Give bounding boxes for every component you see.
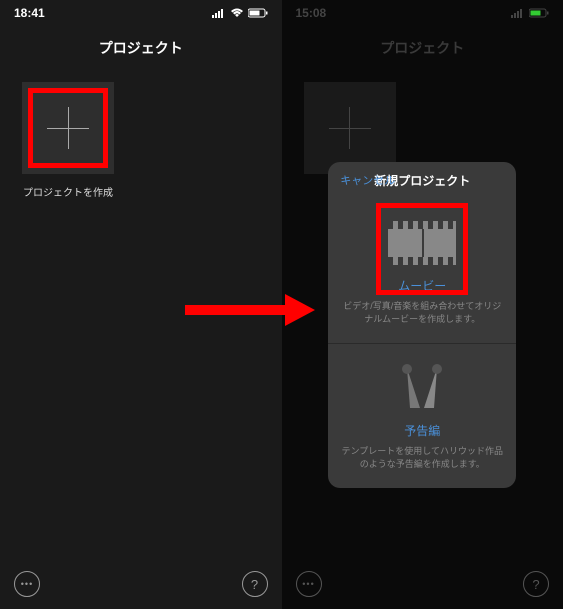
spotlight-icon [392, 363, 452, 413]
option-trailer-desc: テンプレートを使用してハリウッド作品のような予告編を作成します。 [340, 445, 504, 472]
movie-icon-wrap [340, 213, 504, 273]
option-trailer[interactable]: 予告編 テンプレートを使用してハリウッド作品のような予告編を作成します。 [328, 343, 516, 488]
ellipsis-icon: ••• [21, 579, 33, 589]
option-movie-label: ムービー [340, 277, 504, 294]
bottom-toolbar: ••• ? [0, 559, 282, 609]
question-icon: ? [251, 577, 258, 592]
create-project-label: プロジェクトを作成 [22, 184, 114, 199]
signal-icon [212, 8, 226, 18]
help-button[interactable]: ? [242, 571, 268, 597]
trailer-icon-wrap [340, 358, 504, 418]
option-movie[interactable]: ムービー ビデオ/写真/音楽を組み合わせてオリジナルムービーを作成します。 [328, 199, 516, 343]
option-trailer-label: 予告編 [340, 422, 504, 439]
status-indicators [212, 8, 268, 18]
option-movie-desc: ビデオ/写真/音楽を組み合わせてオリジナルムービーを作成します。 [340, 300, 504, 327]
screen-new-project-modal: 15:08 プロジェクト ••• ? キャンセル 新規プロジェクト ムービー [282, 0, 563, 609]
cancel-button[interactable]: キャンセル [340, 172, 395, 188]
create-project-tile[interactable] [22, 82, 114, 174]
status-bar: 18:41 [0, 0, 282, 24]
new-project-modal: キャンセル 新規プロジェクト ムービー ビデオ/写真/音楽を組み合わせてオリジナ… [328, 162, 516, 488]
status-time: 18:41 [14, 6, 45, 20]
wifi-icon [230, 8, 244, 18]
modal-overlay: キャンセル 新規プロジェクト ムービー ビデオ/写真/音楽を組み合わせてオリジナ… [282, 0, 563, 609]
more-button[interactable]: ••• [14, 571, 40, 597]
battery-icon [248, 8, 268, 18]
film-icon [388, 221, 456, 265]
modal-header: キャンセル 新規プロジェクト [328, 162, 516, 199]
annotation-arrow [185, 290, 315, 330]
nav-title: プロジェクト [0, 24, 282, 72]
